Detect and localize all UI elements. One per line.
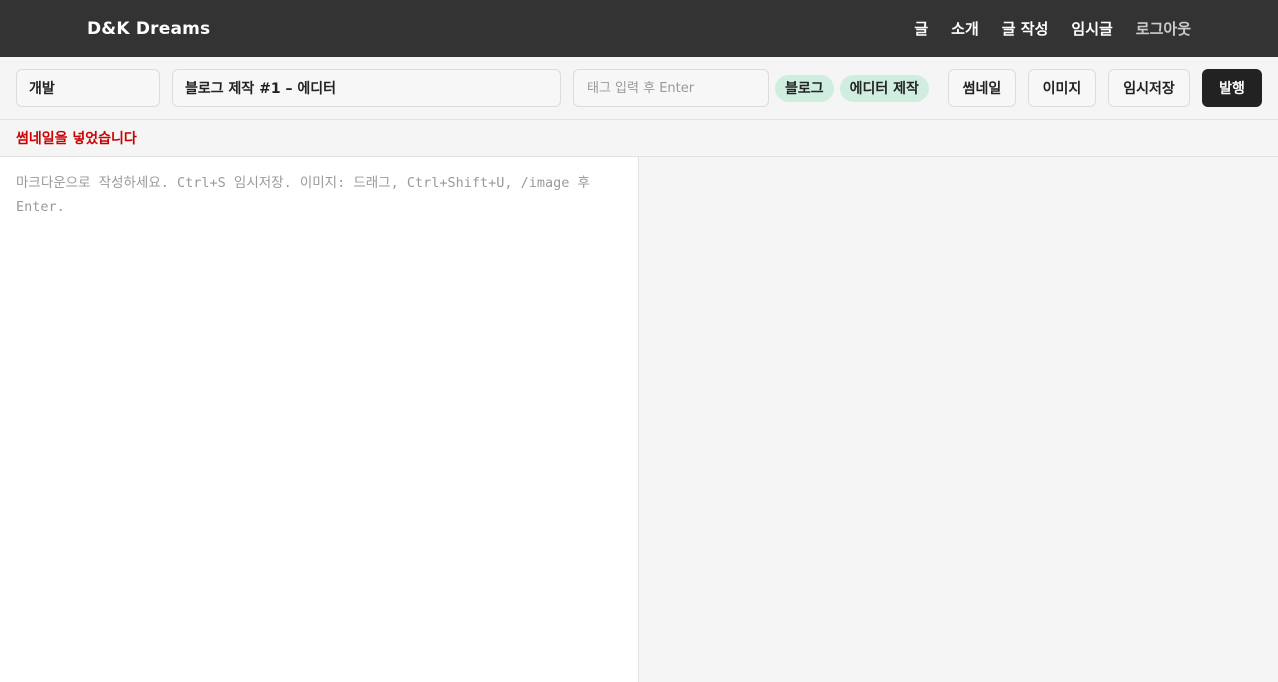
nav-about[interactable]: 소개 bbox=[951, 18, 979, 39]
editor-toolbar: 개발 블로그 제작 #1 – 에디터 블로그 에디터 제작 썸네일 이미지 임시… bbox=[0, 57, 1278, 120]
nav-write[interactable]: 글 작성 bbox=[1002, 18, 1049, 39]
main-nav: 글 소개 글 작성 임시글 로그아웃 bbox=[914, 18, 1191, 39]
editor-workspace bbox=[0, 157, 1278, 682]
nav-drafts[interactable]: 임시글 bbox=[1071, 18, 1112, 39]
nav-logout[interactable]: 로그아웃 bbox=[1136, 18, 1191, 39]
tag-chip[interactable]: 블로그 bbox=[775, 74, 834, 102]
nav-posts[interactable]: 글 bbox=[914, 18, 928, 39]
top-navbar: D&K Dreams 글 소개 글 작성 임시글 로그아웃 bbox=[0, 0, 1278, 57]
tag-input[interactable] bbox=[573, 69, 769, 107]
image-button[interactable]: 이미지 bbox=[1028, 69, 1096, 107]
thumbnail-button[interactable]: 썸네일 bbox=[948, 69, 1016, 107]
title-input[interactable]: 블로그 제작 #1 – 에디터 bbox=[172, 69, 561, 107]
markdown-editor-pane bbox=[0, 157, 639, 682]
save-draft-button[interactable]: 임시저장 bbox=[1108, 69, 1190, 107]
brand-logo[interactable]: D&K Dreams bbox=[87, 19, 210, 39]
tag-chip[interactable]: 에디터 제작 bbox=[839, 74, 929, 102]
publish-button[interactable]: 발행 bbox=[1202, 69, 1262, 107]
category-select[interactable]: 개발 bbox=[16, 69, 160, 107]
preview-pane bbox=[639, 157, 1278, 682]
status-message: 썸네일을 넣었습니다 bbox=[0, 120, 1278, 157]
markdown-textarea[interactable] bbox=[16, 171, 622, 668]
